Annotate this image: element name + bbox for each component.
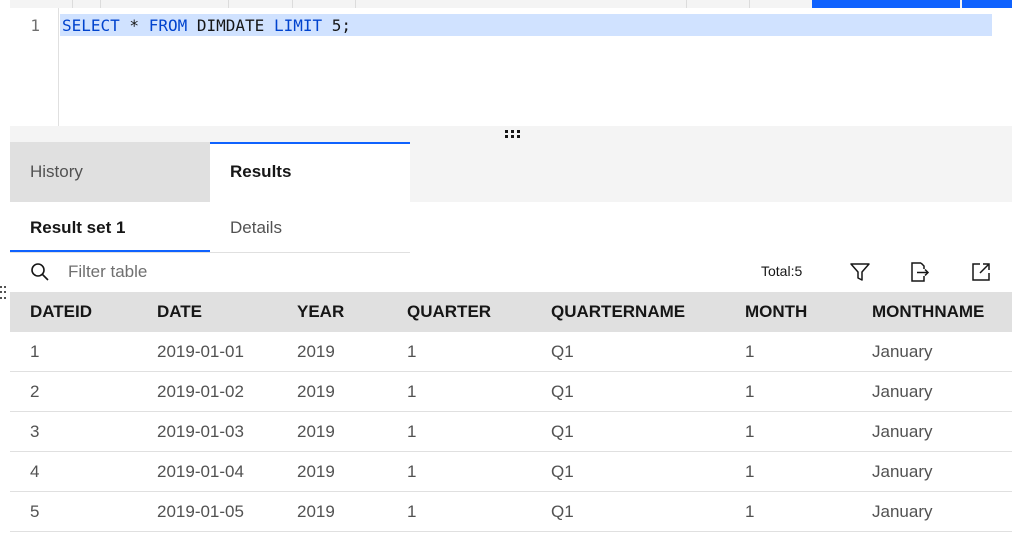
toolbar-divider bbox=[72, 0, 73, 8]
table-cell: January bbox=[852, 491, 1012, 532]
column-header-dateid[interactable]: DATEID bbox=[10, 292, 137, 332]
code-token: * bbox=[119, 16, 149, 35]
total-count: Total:5 bbox=[761, 263, 803, 279]
column-header-year[interactable]: YEAR bbox=[277, 292, 387, 332]
table-cell: Q1 bbox=[531, 451, 725, 492]
tab-details[interactable]: Details bbox=[210, 202, 410, 252]
results-table: DATEID DATE YEAR QUARTER QUARTERNAME MON… bbox=[10, 292, 1012, 532]
table-cell: Q1 bbox=[531, 491, 725, 532]
toolbar-divider bbox=[749, 0, 750, 8]
column-header-date[interactable]: DATE bbox=[137, 292, 277, 332]
toolbar-divider bbox=[100, 0, 101, 8]
table-cell: 2019-01-04 bbox=[137, 451, 277, 492]
table-cell: 1 bbox=[387, 411, 531, 452]
line-number: 1 bbox=[30, 16, 40, 35]
table-cell: 2 bbox=[10, 371, 137, 412]
keyword-token: LIMIT bbox=[273, 16, 323, 35]
table-row[interactable]: 2 2019-01-02 2019 1 Q1 1 January bbox=[10, 371, 1012, 412]
table-cell: January bbox=[852, 451, 1012, 492]
table-cell: 2019-01-03 bbox=[137, 411, 277, 452]
table-row[interactable]: 5 2019-01-05 2019 1 Q1 1 January bbox=[10, 491, 1012, 532]
toolbar-divider bbox=[292, 0, 293, 8]
table-cell: 1 bbox=[387, 332, 531, 372]
table-cell: 1 bbox=[387, 371, 531, 412]
keyword-token: SELECT bbox=[62, 16, 120, 35]
table-cell: 2019 bbox=[277, 332, 387, 372]
drag-handle-icon[interactable] bbox=[0, 286, 8, 300]
table-cell: January bbox=[852, 332, 1012, 372]
table-cell: January bbox=[852, 371, 1012, 412]
table-cell: 1 bbox=[725, 371, 852, 412]
export-icon[interactable] bbox=[908, 261, 930, 283]
table-cell: 2019 bbox=[277, 371, 387, 412]
table-cell: 2019-01-05 bbox=[137, 491, 277, 532]
table-header-row: DATEID DATE YEAR QUARTER QUARTERNAME MON… bbox=[10, 292, 1012, 332]
top-toolbar-strip bbox=[10, 0, 1012, 8]
toolbar-divider bbox=[355, 0, 356, 8]
panel-tabs: History Results bbox=[10, 142, 1012, 202]
primary-button[interactable] bbox=[812, 0, 960, 8]
table-cell: 2019 bbox=[277, 411, 387, 452]
code-token: DIMDATE bbox=[187, 16, 274, 35]
column-header-quartername[interactable]: QUARTERNAME bbox=[531, 292, 725, 332]
panel-resize-bar[interactable] bbox=[10, 126, 1012, 142]
table-row[interactable]: 4 2019-01-04 2019 1 Q1 1 January bbox=[10, 451, 1012, 492]
table-cell: 1 bbox=[10, 332, 137, 372]
column-header-quarter[interactable]: QUARTER bbox=[387, 292, 531, 332]
primary-button-menu[interactable] bbox=[962, 0, 1012, 8]
tab-results[interactable]: Results bbox=[210, 142, 410, 202]
table-cell: 1 bbox=[725, 491, 852, 532]
table-cell: 5 bbox=[10, 491, 137, 532]
toolbar-divider bbox=[228, 0, 229, 8]
table-cell: Q1 bbox=[531, 332, 725, 372]
result-subtabs: Result set 1 Details bbox=[10, 202, 410, 253]
table-cell: 1 bbox=[387, 491, 531, 532]
tab-result-set-1[interactable]: Result set 1 bbox=[10, 202, 210, 252]
drag-handle-icon[interactable] bbox=[504, 129, 520, 139]
table-cell: Q1 bbox=[531, 411, 725, 452]
table-cell: 1 bbox=[725, 411, 852, 452]
sql-editor[interactable]: 1 SELECT * FROM DIMDATE LIMIT 5; bbox=[10, 8, 1012, 126]
line-gutter: 1 bbox=[10, 8, 59, 126]
table-cell: 2019-01-02 bbox=[137, 371, 277, 412]
table-cell: 1 bbox=[387, 451, 531, 492]
search-icon bbox=[31, 263, 49, 281]
table-cell: Q1 bbox=[531, 371, 725, 412]
keyword-token: FROM bbox=[148, 16, 188, 35]
tab-history[interactable]: History bbox=[10, 142, 210, 202]
table-row[interactable]: 3 2019-01-03 2019 1 Q1 1 January bbox=[10, 411, 1012, 452]
table-cell: 2019 bbox=[277, 491, 387, 532]
table-cell: 2019 bbox=[277, 451, 387, 492]
toolbar-divider bbox=[686, 0, 687, 8]
table-cell: 1 bbox=[725, 451, 852, 492]
column-header-monthname[interactable]: MONTHNAME bbox=[852, 292, 1012, 332]
table-cell: 3 bbox=[10, 411, 137, 452]
launch-icon[interactable] bbox=[970, 261, 992, 283]
table-cell: 1 bbox=[725, 332, 852, 372]
table-cell: 4 bbox=[10, 451, 137, 492]
table-row[interactable]: 1 2019-01-01 2019 1 Q1 1 January bbox=[10, 332, 1012, 372]
code-token: 5; bbox=[322, 16, 352, 35]
column-header-month[interactable]: MONTH bbox=[725, 292, 852, 332]
table-cell: January bbox=[852, 411, 1012, 452]
table-cell: 2019-01-01 bbox=[137, 332, 277, 372]
filter-icon[interactable] bbox=[849, 261, 871, 283]
code-line[interactable]: SELECT * FROM DIMDATE LIMIT 5; bbox=[62, 16, 351, 35]
filter-table-input[interactable] bbox=[58, 259, 378, 285]
